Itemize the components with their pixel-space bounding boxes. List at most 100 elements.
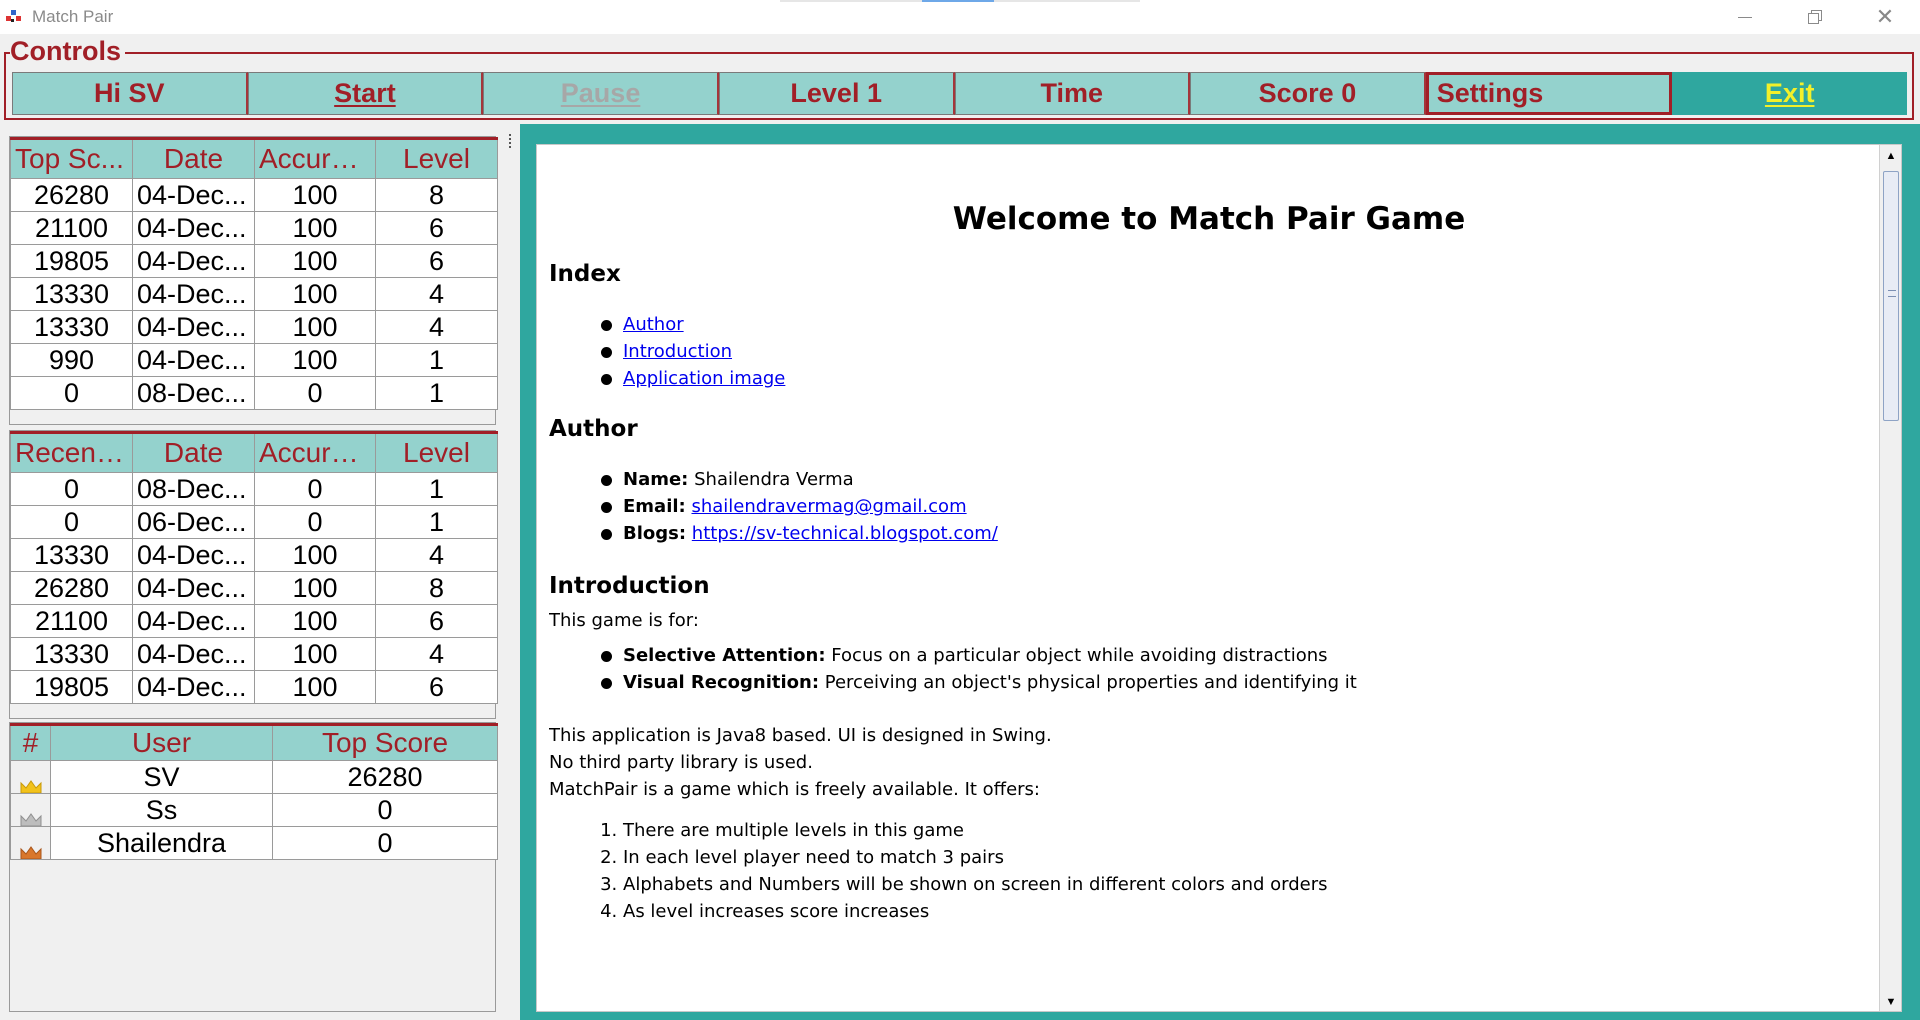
level-button[interactable]: Level 1 [718,72,955,115]
restore-button[interactable] [1780,0,1850,34]
table-row[interactable]: 26280 04-Dec... 100 8 [10,178,498,212]
cell-level: 6 [375,604,498,638]
cell-level: 1 [375,472,498,506]
minimize-button[interactable] [1710,0,1780,34]
application-image-link[interactable]: Application image [623,368,785,389]
cell-level: 6 [375,244,498,278]
scroll-down-button[interactable]: ▼ [1880,991,1901,1011]
cell-level: 1 [375,505,498,539]
list-item: Introduction [599,338,1869,365]
list-item: Alphabets and Numbers will be shown on s… [623,871,1869,898]
cell-accuracy: 100 [254,538,376,572]
table-row[interactable]: 990 04-Dec... 100 1 [10,343,498,377]
cell-date: 04-Dec... [132,604,255,638]
score-button[interactable]: Score 0 [1190,72,1426,115]
leaderboard-col-user[interactable]: User [50,723,273,761]
leaderboard-col-rank[interactable]: # [10,723,51,761]
cell-level: 4 [375,637,498,671]
leaderboard-table: # User Top Score SV 26280 Ss 0 Shailendr… [10,723,498,860]
table-row[interactable]: SV 26280 [10,760,498,794]
cell-level: 8 [375,178,498,212]
top-scores-col-score[interactable]: Top Sc... [10,137,133,179]
cell-accuracy: 0 [254,505,376,539]
top-scores-filler [10,410,495,424]
cell-top-score: 26280 [272,760,498,794]
scroll-up-arrow-icon: ▲ [1885,150,1897,162]
table-row[interactable]: 13330 04-Dec... 100 4 [10,277,498,311]
right-panel: Welcome to Match Pair Game Index Author … [520,124,1920,1020]
table-row[interactable]: 0 08-Dec... 0 1 [10,376,498,410]
description-line: No third party library is used. [549,752,813,773]
table-row[interactable]: 21100 04-Dec... 100 6 [10,604,498,638]
table-row[interactable]: 13330 04-Dec... 100 4 [10,310,498,344]
leaderboard-table-container[interactable]: # User Top Score SV 26280 Ss 0 Shailendr… [9,722,498,1012]
cell-accuracy: 100 [254,343,376,377]
cell-date: 06-Dec... [132,505,255,539]
table-row[interactable]: 13330 04-Dec... 100 4 [10,637,498,671]
top-scores-table-container[interactable]: Top Sc... Date Accuracy Level 26280 04-De… [9,136,498,425]
rank-cell [10,826,51,860]
table-row[interactable]: Shailendra 0 [10,826,498,860]
table-row[interactable]: Ss 0 [10,793,498,827]
recent-scores-col-accuracy[interactable]: Accuracy [254,431,376,473]
cell-user: Shailendra [50,826,273,860]
intro-lead: This game is for: [549,610,699,631]
recent-scores-filler [10,704,495,718]
cell-accuracy: 100 [254,211,376,245]
close-button[interactable]: ✕ [1850,0,1920,34]
cell-score: 13330 [10,310,133,344]
table-row[interactable]: 21100 04-Dec... 100 6 [10,211,498,245]
cell-level: 6 [375,670,498,704]
splitter-grip-icon [509,134,513,148]
top-scores-col-date[interactable]: Date [132,137,255,179]
leaderboard-col-top-score[interactable]: Top Score [272,723,498,761]
minimize-icon [1738,16,1752,18]
introduction-link[interactable]: Introduction [623,341,732,362]
top-scores-col-accuracy[interactable]: Accuracy [254,137,376,179]
left-panel: Top Sc... Date Accuracy Level 26280 04-De… [0,124,502,1020]
pause-button[interactable]: Pause [483,72,719,115]
scroll-up-button[interactable]: ▲ [1880,145,1901,167]
cell-score: 0 [10,376,133,410]
blog-link[interactable]: https://sv-technical.blogspot.com/ [692,523,998,544]
recent-scores-col-date[interactable]: Date [132,431,255,473]
list-item: Blogs: https://sv-technical.blogspot.com… [599,520,1869,547]
recent-scores-header-row: Recent ... Date Accuracy Level [10,431,498,473]
table-row[interactable]: 19805 04-Dec... 100 6 [10,244,498,278]
panel-splitter[interactable] [502,124,520,1020]
time-button[interactable]: Time [954,72,1191,115]
controls-group: Controls Hi SV Start Pause Level 1 Time … [0,34,1920,124]
title-bar-tab-highlight [922,0,994,2]
document-scrollbar[interactable]: ▲ ▼ [1879,145,1901,1011]
close-icon: ✕ [1875,4,1895,29]
scrollbar-grip-icon [1888,290,1896,297]
cell-accuracy: 100 [254,637,376,671]
scrollbar-thumb[interactable] [1883,171,1899,421]
exit-label: Exit [1764,78,1815,108]
settings-button[interactable]: Settings [1425,72,1673,115]
cell-score: 26280 [10,178,133,212]
author-link[interactable]: Author [623,314,684,335]
recent-scores-col-level[interactable]: Level [375,431,498,473]
cell-accuracy: 100 [254,310,376,344]
cell-date: 04-Dec... [132,178,255,212]
greeting-button[interactable]: Hi SV [12,72,248,115]
table-row[interactable]: 13330 04-Dec... 100 4 [10,538,498,572]
cell-accuracy: 0 [254,472,376,506]
exit-button[interactable]: Exit [1672,72,1907,115]
list-item: Application image [599,365,1869,392]
author-heading: Author [549,416,638,442]
table-row[interactable]: 0 06-Dec... 0 1 [10,505,498,539]
cell-score: 0 [10,472,133,506]
table-row[interactable]: 0 08-Dec... 0 1 [10,472,498,506]
help-document-pane[interactable]: Welcome to Match Pair Game Index Author … [536,144,1902,1012]
start-button[interactable]: Start [247,72,484,115]
cell-level: 6 [375,211,498,245]
table-row[interactable]: 26280 04-Dec... 100 8 [10,571,498,605]
email-link[interactable]: shailendravermag@gmail.com [691,496,966,517]
table-row[interactable]: 19805 04-Dec... 100 6 [10,670,498,704]
recent-scores-table-container[interactable]: Recent ... Date Accuracy Level 0 08-Dec..… [9,430,498,719]
recent-scores-col-score[interactable]: Recent ... [10,431,133,473]
controls-button-row: Hi SV Start Pause Level 1 Time Score 0 S… [12,72,1907,115]
top-scores-col-level[interactable]: Level [375,137,498,179]
